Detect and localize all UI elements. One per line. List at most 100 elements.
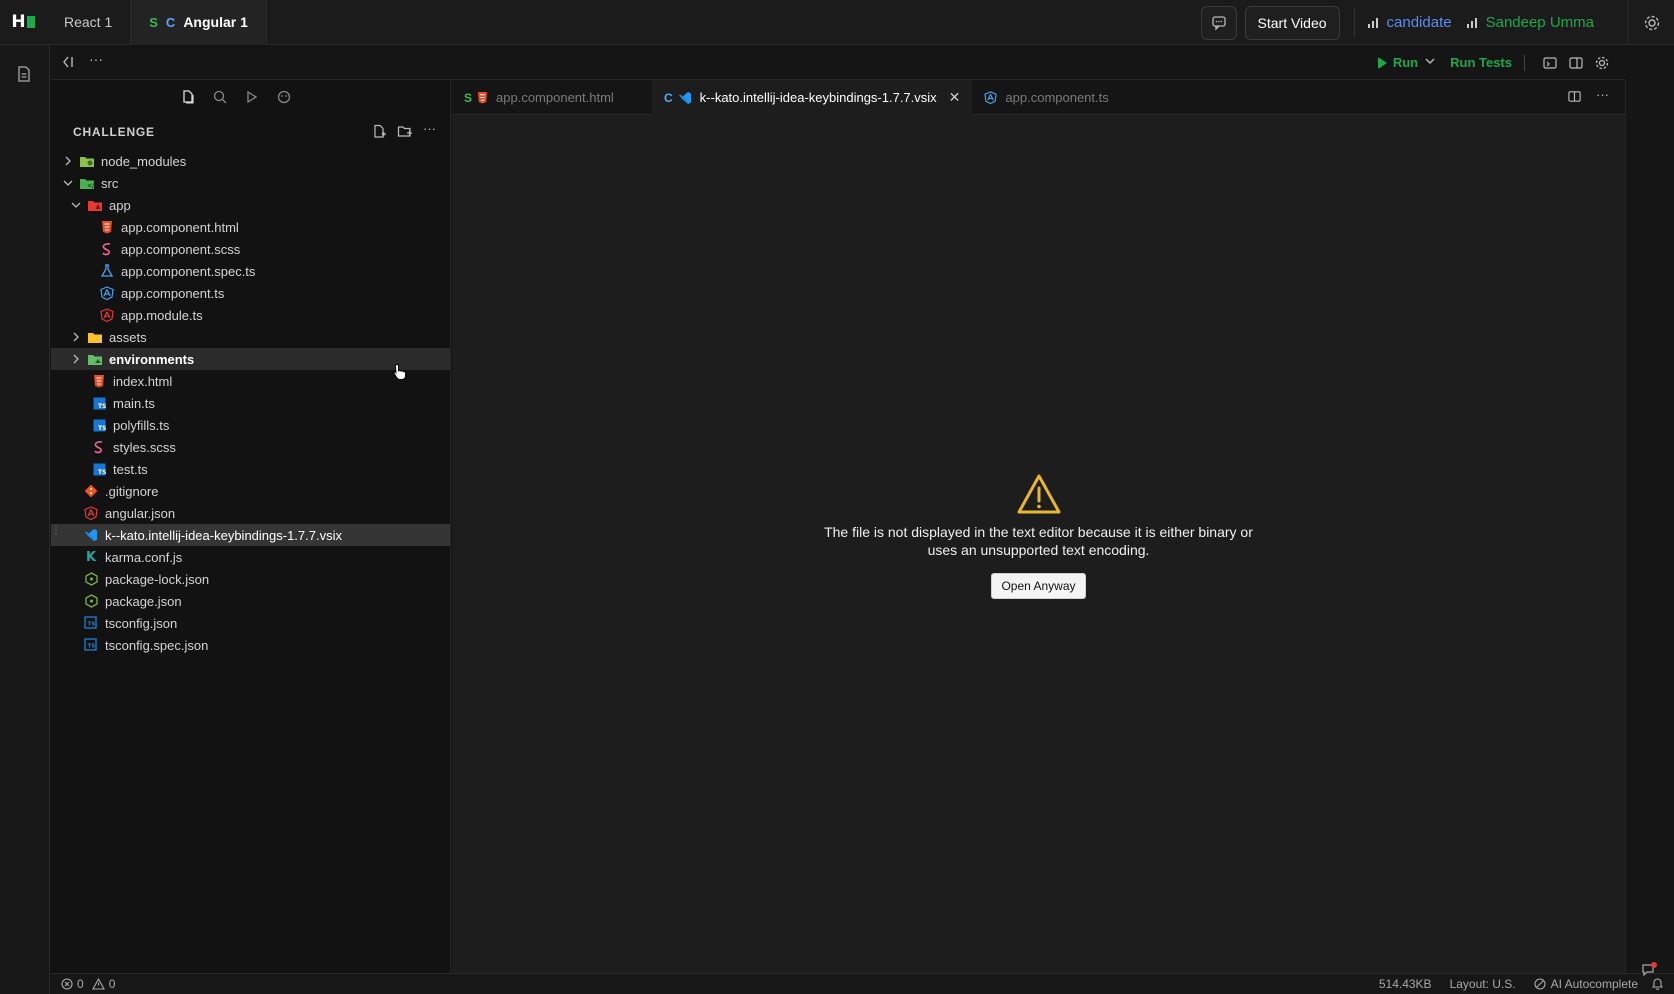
feedback-icon[interactable] [1641,962,1657,981]
tab-label: app.component.html [496,90,614,105]
editor-tab-app-component-html[interactable]: S app.component.html [452,80,652,115]
angular-component-icon [99,286,115,300]
editor-tabs: S app.component.html C k--kato.intellij-… [452,80,1625,115]
tree-item-tsconfig-spec-json[interactable]: TS tsconfig.spec.json [51,634,450,656]
svg-text:TS: TS [98,403,106,410]
ai-autocomplete-toggle[interactable]: AI Autocomplete [1534,977,1638,991]
tab-react-1[interactable]: React 1 [46,0,132,45]
tree-item-index-html[interactable]: index.html [51,370,450,392]
run-button[interactable]: Run [1377,55,1418,70]
html-file-icon [91,374,107,388]
close-icon[interactable]: ✕ [949,89,961,106]
run-tests-button[interactable]: Run Tests [1450,55,1512,70]
more-icon[interactable]: ··· [1596,87,1609,104]
angular-module-icon [99,308,115,322]
binary-file-notice: The file is not displayed in the text ed… [452,473,1625,599]
explorer-title: CHALLENGE [73,125,155,139]
tree-item-node-modules[interactable]: node_modules [51,150,450,172]
hackerrank-logo[interactable]: H [0,0,46,45]
tree-item-environments[interactable]: environments [51,348,450,370]
chat-button[interactable] [1200,5,1237,40]
activity-bar [0,45,50,994]
chat-icon [1211,15,1226,31]
gear-icon [1644,15,1659,30]
tree-item-main-ts[interactable]: TS main.ts [51,392,450,414]
keyboard-layout[interactable]: Layout: U.S. [1450,977,1516,991]
explorer-sidebar: CHALLENGE ··· node_modules </> src app a… [51,80,451,973]
tree-item-package-json[interactable]: package.json [51,590,450,612]
top-bar: H React 1 S C Angular 1 Start Video cand… [0,0,1674,45]
tree-item-app-component-scss[interactable]: app.component.scss [51,238,450,260]
more-icon[interactable]: ··· [89,51,103,67]
git-icon [83,484,99,498]
tab-label: app.component.ts [1005,90,1109,105]
tree-item-src[interactable]: </> src [51,172,450,194]
file-icon[interactable] [15,65,33,86]
chevron-right-icon [69,354,83,364]
tree-item-package-lock-json[interactable]: package-lock.json [51,568,450,590]
divider [1353,7,1355,38]
tree-item-gitignore[interactable]: .gitignore [51,480,450,502]
extensions-icon[interactable] [276,89,292,105]
role-label: candidate [1386,14,1452,31]
terminal-icon[interactable] [1542,55,1558,71]
status-s-badge: S [149,14,158,30]
new-folder-icon[interactable] [397,124,413,139]
svg-text:TS: TS [98,425,106,432]
npm-icon [83,594,99,608]
file-size: 514.43KB [1378,977,1432,991]
editor-area: The file is not displayed in the text ed… [452,115,1625,973]
tree-item-app[interactable]: app [51,194,450,216]
error-icon [61,978,73,990]
tree-item-app-component-html[interactable]: app.component.html [51,216,450,238]
tree-item-karma-conf-js[interactable]: K karma.conf.js [51,546,450,568]
tree-item-app-component-ts[interactable]: app.component.ts [51,282,450,304]
folder-env-icon [87,352,103,366]
tree-item-app-component-spec-ts[interactable]: app.component.spec.ts [51,260,450,282]
editor-tab-vsix[interactable]: C k--kato.intellij-idea-keybindings-1.7.… [652,80,973,115]
folder-app-icon [87,198,103,212]
settings-button[interactable] [1628,0,1674,45]
problems-indicator[interactable]: 0 0 [61,977,119,991]
gear-icon[interactable] [1594,55,1610,71]
warning-icon [452,473,1625,515]
tree-item-vsix[interactable]: ⋮ k--kato.intellij-idea-keybindings-1.7.… [51,524,450,546]
tree-item-angular-json[interactable]: angular.json [51,502,450,524]
tree-item-app-module-ts[interactable]: app.module.ts [51,304,450,326]
chevron-right-icon [61,156,75,166]
split-layout-icon[interactable] [1568,55,1584,71]
start-video-button[interactable]: Start Video [1244,5,1340,40]
tsconfig-icon: TS [83,638,99,652]
angular-component-icon [984,91,998,104]
file-tree: node_modules </> src app app.component.h… [51,150,450,656]
tree-item-styles-scss[interactable]: styles.scss [51,436,450,458]
split-editor-icon[interactable] [1567,89,1582,104]
search-icon[interactable] [212,89,228,105]
tree-item-polyfills-ts[interactable]: TS polyfills.ts [51,414,450,436]
files-icon[interactable] [180,89,196,105]
ts-file-icon: TS [91,418,107,432]
collapse-sidebar-icon[interactable] [61,54,77,73]
tree-item-assets[interactable]: assets [51,326,450,348]
editor-tab-app-component-ts[interactable]: app.component.ts [972,80,1120,115]
status-badge: S [464,90,473,105]
svg-text:TS: TS [88,622,96,628]
tree-item-tsconfig-json[interactable]: TS tsconfig.json [51,612,450,634]
open-anyway-button[interactable]: Open Anyway [991,573,1086,599]
signal-icon [1466,17,1477,28]
sidebar-view-switcher [51,80,450,114]
run-debug-icon[interactable] [244,89,260,105]
explorer-header: CHALLENGE ··· [51,114,450,150]
signal-icon [1367,17,1378,28]
chevron-down-icon[interactable] [1424,55,1436,70]
new-file-icon[interactable] [372,124,387,139]
tab-angular-1[interactable]: S C Angular 1 [131,0,267,45]
user-indicator[interactable]: Sandeep Umma [1466,14,1594,31]
user-name: Sandeep Umma [1485,14,1594,31]
tree-item-test-ts[interactable]: TS test.ts [51,458,450,480]
folder-src-icon: </> [79,176,95,190]
drag-handle-icon[interactable]: ⋮ [51,526,61,536]
role-indicator[interactable]: candidate [1367,14,1452,31]
folder-assets-icon [87,330,103,344]
more-icon[interactable]: ··· [423,121,436,139]
